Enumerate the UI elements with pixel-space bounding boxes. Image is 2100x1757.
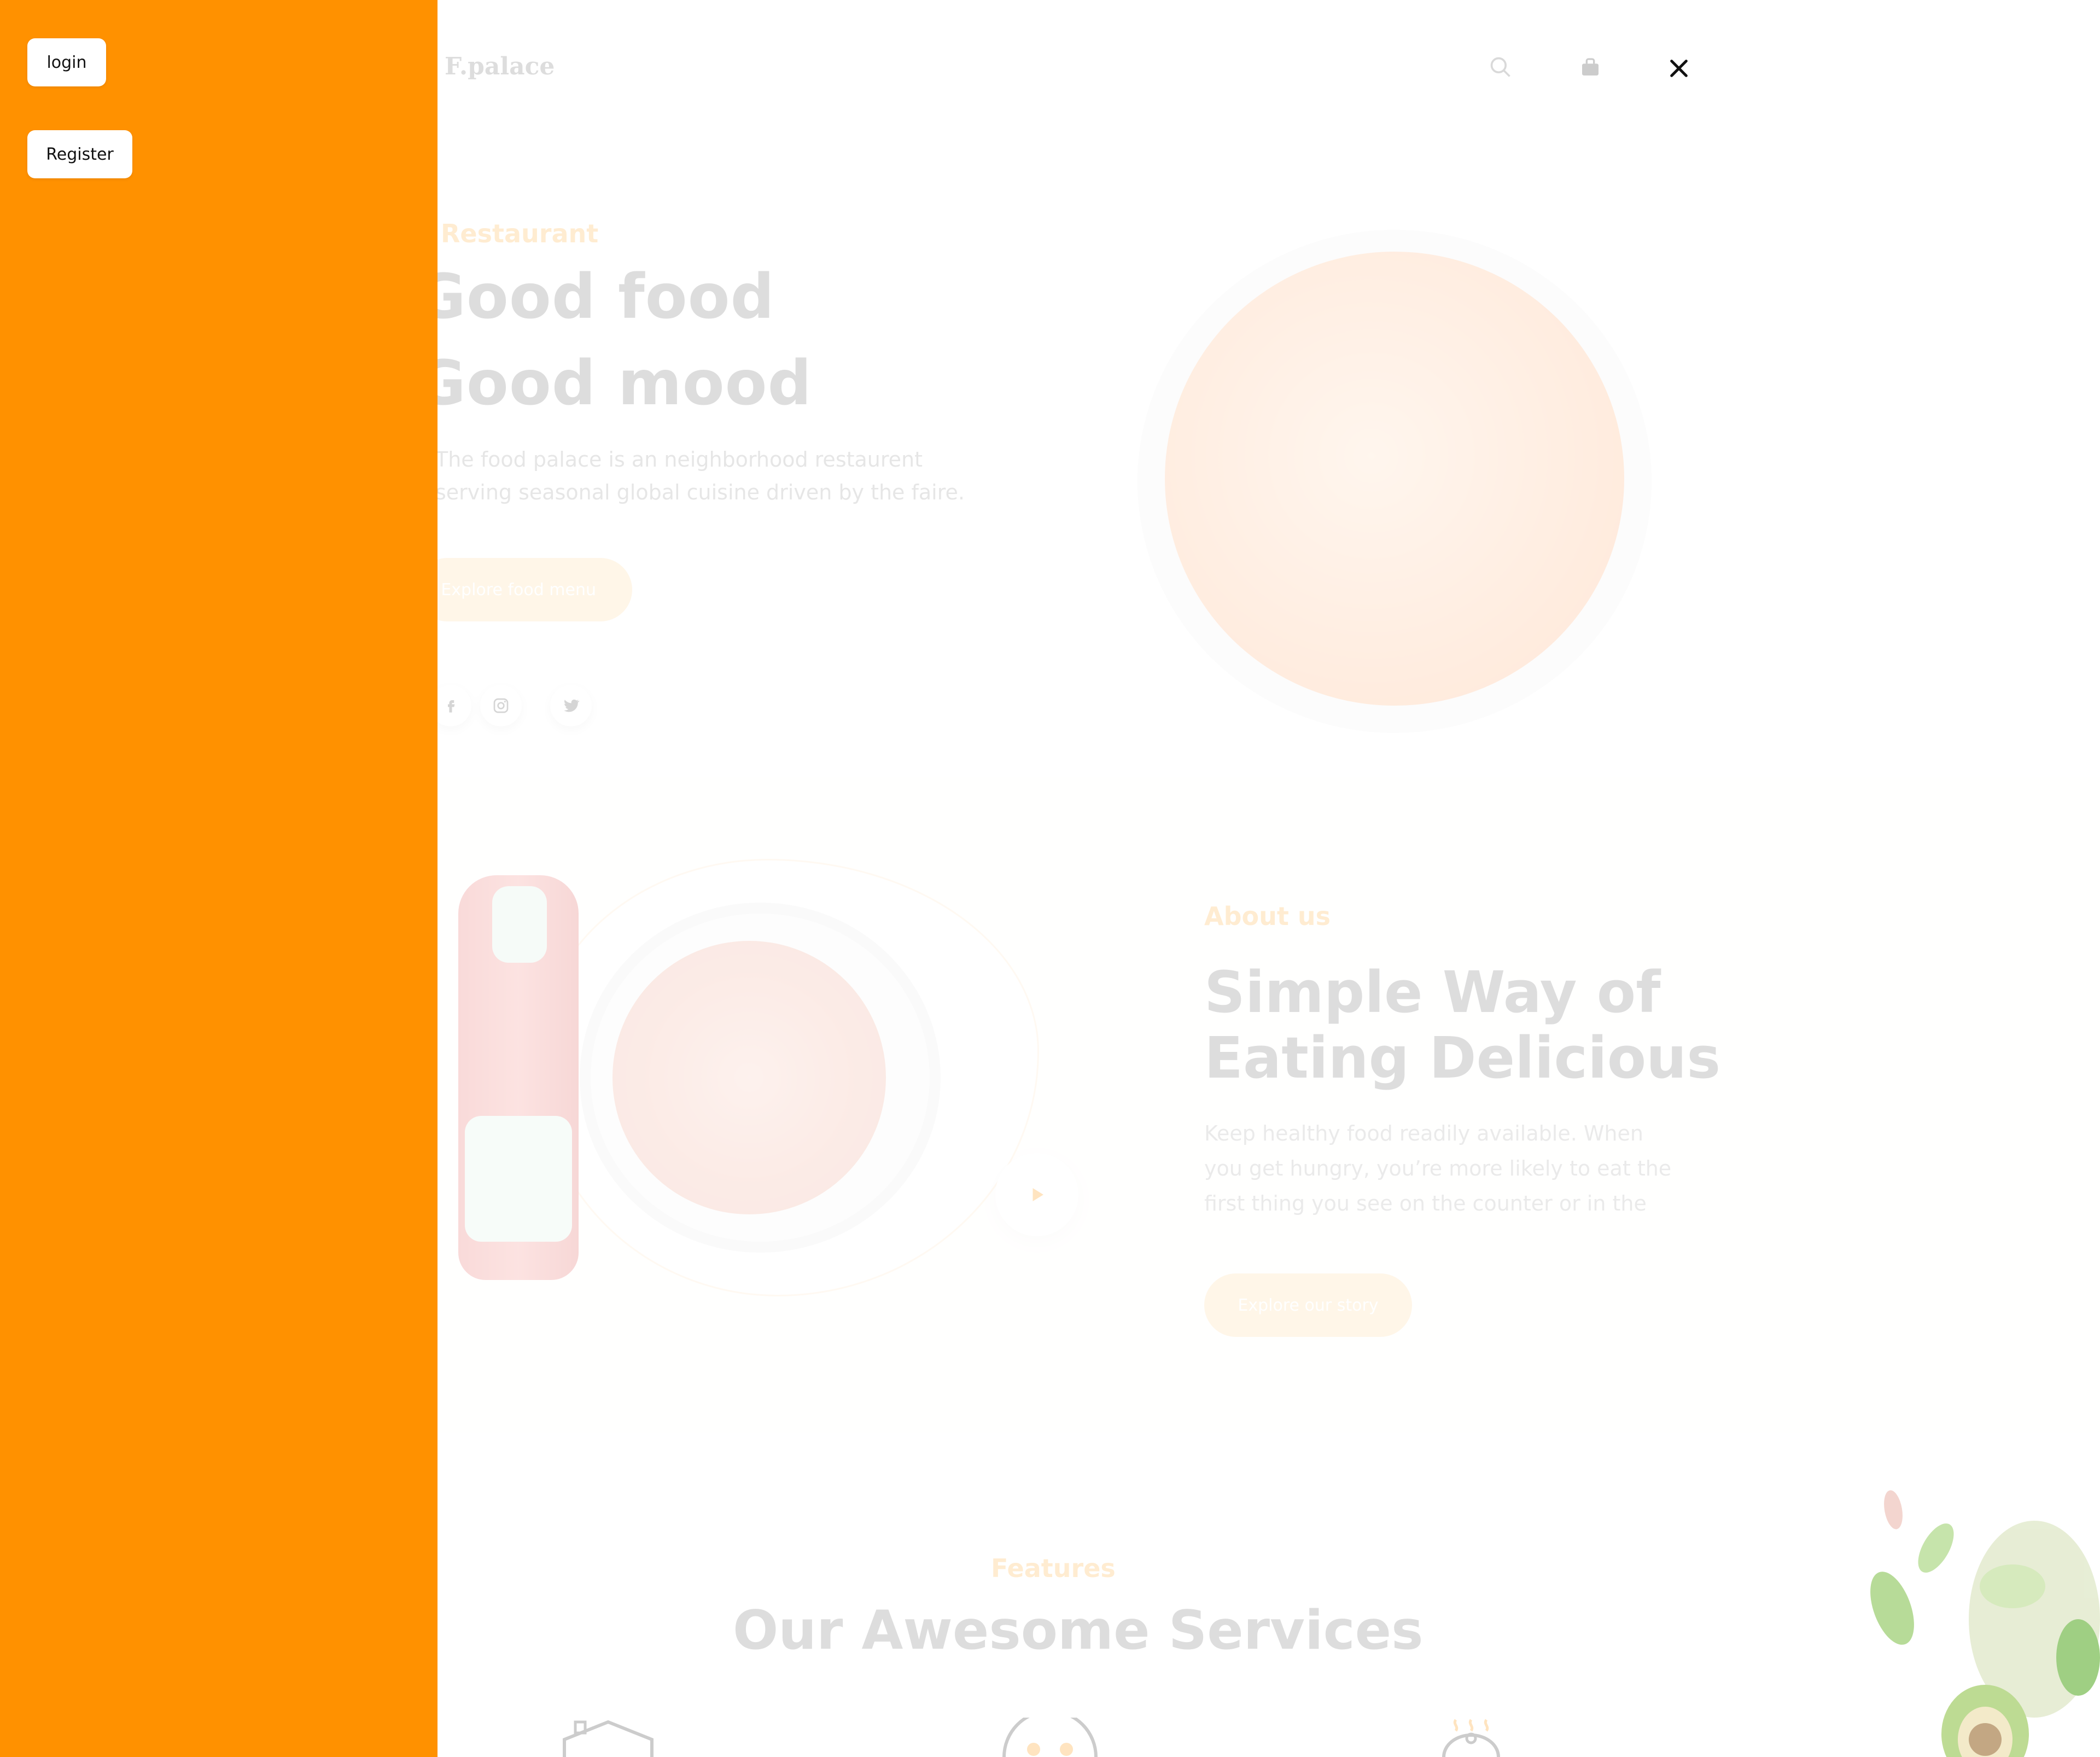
hero-title-line-2-text: Good mood (416, 348, 812, 419)
hero-soup-image (1165, 252, 1624, 706)
decorative-salad-image (1870, 1490, 2100, 1757)
explore-menu-button[interactable]: Explore food menu (416, 558, 632, 621)
explore-story-button[interactable]: Explore our story (1204, 1273, 1412, 1337)
about-kicker: About us (1204, 901, 1331, 931)
play-video-button[interactable] (995, 1153, 1078, 1236)
hero-kicker: Restaurant (441, 219, 599, 248)
hot-dish-icon (1416, 1718, 1526, 1757)
smile-icon (995, 1709, 1105, 1757)
features-kicker: Features (991, 1554, 1116, 1583)
login-button[interactable]: login (27, 38, 106, 86)
home-icon (553, 1718, 663, 1757)
about-noodles-image (612, 941, 886, 1214)
register-button[interactable]: Register (27, 130, 132, 178)
about-description: Keep healthy food readily available. Whe… (1204, 1121, 1672, 1215)
about-title: Simple Way of Eating Delicious (1204, 959, 1721, 1091)
close-icon (1670, 60, 1688, 77)
brand-logo[interactable]: F.palace (445, 53, 555, 80)
close-menu-button[interactable] (1662, 52, 1695, 85)
ketchup-bottle-label (465, 1116, 572, 1242)
side-drawer: login Register (0, 0, 438, 1757)
hero-title-line-2: Good mood (416, 348, 812, 419)
play-icon (1032, 1188, 1043, 1201)
instagram-icon[interactable] (480, 685, 522, 726)
hero-title-line-1-text: Good food (416, 261, 775, 333)
ketchup-bottle-neck (492, 886, 547, 963)
twitter-icon[interactable] (550, 685, 592, 726)
search-icon[interactable] (1485, 52, 1516, 83)
features-title: Our Awesome Services (733, 1599, 1424, 1662)
hero-description: The food palace is an neighborhood resta… (435, 447, 965, 504)
app-viewport: F.palace Restaurant Good food Good mood … (0, 0, 2100, 1757)
hero-title-line-1: Good food (416, 261, 775, 333)
bag-icon[interactable] (1575, 52, 1606, 83)
